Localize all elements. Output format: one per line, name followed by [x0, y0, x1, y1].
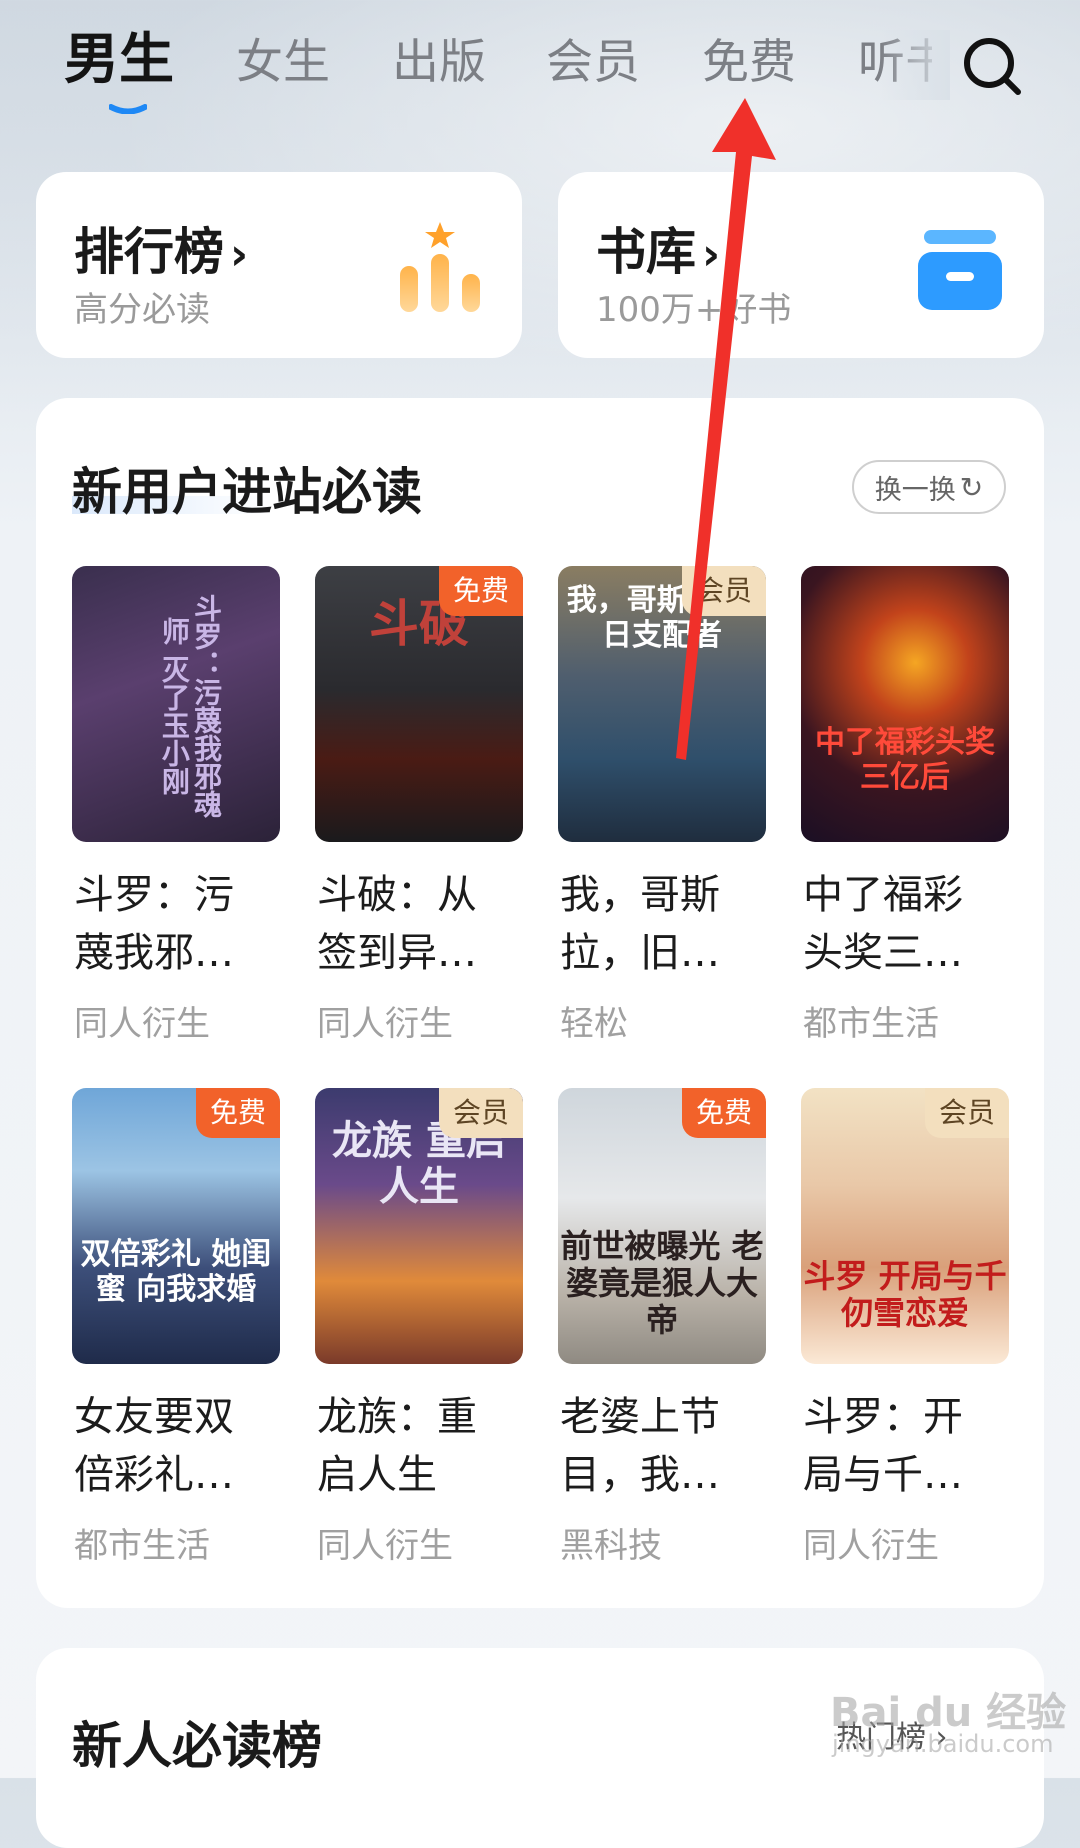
section2-title: 新人必读榜: [72, 1717, 322, 1775]
tabs-fade: [880, 30, 950, 100]
vip-badge: 会员: [681, 566, 766, 616]
free-badge: 免费: [195, 1088, 280, 1138]
book-genre: 黑科技: [560, 1526, 662, 1566]
search-icon[interactable]: [960, 34, 1024, 98]
category-tabs: 男生 女生 出版 会员 免费 听书: [0, 0, 1080, 130]
book-cover[interactable]: 前世被曝光 老婆竟是狠人大帝 免费: [558, 1088, 766, 1364]
book-cover[interactable]: 中了福彩头奖三亿后: [801, 566, 1009, 842]
book-genre: 轻松: [560, 1004, 628, 1044]
cover-text: 中了福彩头奖三亿后: [815, 725, 995, 795]
free-badge: 免费: [438, 566, 523, 616]
book-genre: 同人衍生: [74, 1004, 210, 1044]
book-cover[interactable]: 斗罗 开局与千仞雪恋爱 会员: [801, 1088, 1009, 1364]
book-title: 女友要双 倍彩礼…: [74, 1394, 234, 1498]
new-user-section: 新用户进站必读 换一换 ↻ 斗罗：污蔑我邪魂师 灭了玉小刚 斗罗：污 蔑我邪… 同…: [36, 398, 1044, 1608]
refresh-label: 换一换: [874, 474, 956, 506]
vip-badge: 会员: [438, 1088, 523, 1138]
tab-male[interactable]: 男生: [64, 26, 174, 92]
book-title: 老婆上节 目，我…: [560, 1394, 720, 1498]
cover-text: 前世被曝光 老婆竟是狠人大帝: [560, 1227, 764, 1339]
book-cover[interactable]: 我，哥斯拉 旧日支配者 会员: [558, 566, 766, 842]
book-cover[interactable]: 龙族 重启人生 会员: [315, 1088, 523, 1364]
tab-free[interactable]: 免费: [702, 30, 796, 96]
baidu-watermark-url: jingyan.baidu.com: [832, 1730, 1054, 1758]
ranking-bars-icon: [400, 222, 480, 312]
ranking-title: 排行榜 ›: [74, 223, 249, 281]
book-title: 斗罗：污 蔑我邪…: [74, 872, 234, 976]
book-cover[interactable]: 斗破 免费: [315, 566, 523, 842]
tab-member[interactable]: 会员: [546, 30, 640, 96]
section-title: 新用户进站必读: [72, 463, 422, 521]
book-genre: 同人衍生: [803, 1526, 939, 1566]
library-card[interactable]: 书库 › 100万+好书: [558, 172, 1044, 358]
book-cover[interactable]: 双倍彩礼 她闺蜜 向我求婚 免费: [72, 1088, 280, 1364]
free-badge: 免费: [681, 1088, 766, 1138]
tab-publish[interactable]: 出版: [392, 30, 486, 96]
cover-text: 斗罗 开局与千仞雪恋爱: [803, 1257, 1007, 1332]
cover-text: 斗罗：污蔑我邪魂师 灭了玉小刚: [157, 594, 223, 818]
cover-text: 双倍彩礼 她闺蜜 向我求婚: [80, 1237, 272, 1307]
library-subtitle: 100万+好书: [596, 290, 792, 330]
ranking-card[interactable]: 排行榜 › 高分必读: [36, 172, 522, 358]
tab-female[interactable]: 女生: [236, 30, 330, 96]
book-cover[interactable]: 斗罗：污蔑我邪魂师 灭了玉小刚: [72, 566, 280, 842]
library-title: 书库 ›: [596, 223, 721, 281]
book-title: 斗罗：开 局与千…: [803, 1394, 963, 1498]
book-genre: 同人衍生: [317, 1004, 453, 1044]
book-genre: 同人衍生: [317, 1526, 453, 1566]
book-genre: 都市生活: [803, 1004, 939, 1044]
book-title: 中了福彩 头奖三…: [803, 872, 963, 976]
ranking-subtitle: 高分必读: [74, 290, 210, 330]
refresh-icon: ↻: [959, 470, 984, 504]
library-box-icon: [918, 230, 1002, 310]
book-title: 龙族：重 启人生: [317, 1394, 477, 1498]
book-title: 我，哥斯 拉，旧…: [560, 872, 720, 976]
book-genre: 都市生活: [74, 1526, 210, 1566]
active-tab-indicator: [109, 104, 147, 114]
vip-badge: 会员: [924, 1088, 1009, 1138]
refresh-button[interactable]: 换一换 ↻: [852, 460, 1006, 514]
book-title: 斗破：从 签到异…: [317, 872, 477, 976]
